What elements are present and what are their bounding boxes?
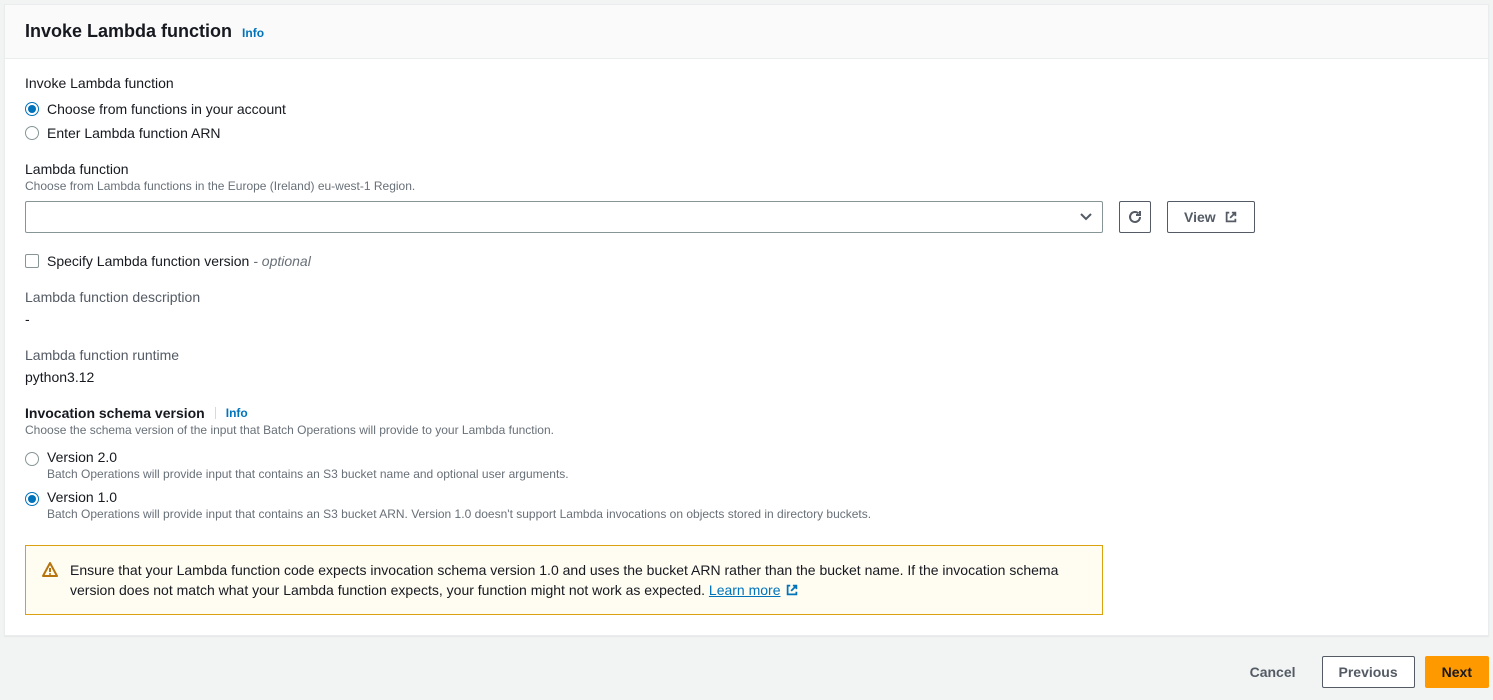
warning-text-wrapper: Ensure that your Lambda function code ex… xyxy=(70,560,1086,600)
cancel-button[interactable]: Cancel xyxy=(1234,656,1312,688)
radio-version-2-label: Version 2.0 xyxy=(47,449,569,465)
external-link-icon xyxy=(1224,210,1238,224)
warning-alert: Ensure that your Lambda function code ex… xyxy=(25,545,1103,615)
warning-icon xyxy=(42,562,58,600)
description-value: - xyxy=(25,311,1468,327)
specify-version-checkbox-row[interactable]: Specify Lambda function version - option… xyxy=(25,253,1468,269)
radio-choose-account-label: Choose from functions in your account xyxy=(47,101,286,117)
schema-info-link[interactable]: Info xyxy=(226,406,248,420)
external-link-icon xyxy=(785,583,799,597)
radio-version-2[interactable]: Version 2.0 Batch Operations will provid… xyxy=(25,445,1468,485)
panel-body: Invoke Lambda function Choose from funct… xyxy=(5,59,1488,635)
radio-version-2-desc: Batch Operations will provide input that… xyxy=(47,467,569,481)
view-button[interactable]: View xyxy=(1167,201,1255,233)
radio-choose-account[interactable]: Choose from functions in your account xyxy=(25,97,1468,121)
warning-text: Ensure that your Lambda function code ex… xyxy=(70,562,1058,598)
schema-block: Invocation schema version Info Choose th… xyxy=(25,405,1468,525)
lambda-function-field: Lambda function Choose from Lambda funct… xyxy=(25,161,1468,233)
radio-enter-arn[interactable]: Enter Lambda function ARN xyxy=(25,121,1468,145)
refresh-icon xyxy=(1127,209,1143,225)
schema-label: Invocation schema version xyxy=(25,405,205,421)
lambda-function-label: Lambda function xyxy=(25,161,1468,177)
runtime-value: python3.12 xyxy=(25,369,1468,385)
radio-enter-arn-label: Enter Lambda function ARN xyxy=(47,125,221,141)
lambda-function-hint: Choose from Lambda functions in the Euro… xyxy=(25,179,1468,193)
specify-version-label: Specify Lambda function version - option… xyxy=(47,253,311,269)
panel-header-info-link[interactable]: Info xyxy=(242,26,264,40)
wizard-footer: Cancel Previous Next xyxy=(0,640,1493,700)
runtime-block: Lambda function runtime python3.12 xyxy=(25,347,1468,385)
description-block: Lambda function description - xyxy=(25,289,1468,327)
previous-button[interactable]: Previous xyxy=(1322,656,1415,688)
refresh-button[interactable] xyxy=(1119,201,1151,233)
info-separator xyxy=(215,407,216,419)
learn-more-link[interactable]: Learn more xyxy=(709,580,799,600)
radio-version-1-desc: Batch Operations will provide input that… xyxy=(47,507,871,521)
next-button[interactable]: Next xyxy=(1425,656,1489,688)
radio-version-2-input[interactable] xyxy=(25,452,39,466)
schema-label-row: Invocation schema version Info xyxy=(25,405,1468,421)
schema-radio-group: Version 2.0 Batch Operations will provid… xyxy=(25,445,1468,525)
runtime-label: Lambda function runtime xyxy=(25,347,1468,363)
specify-version-checkbox[interactable] xyxy=(25,254,39,268)
caret-down-icon xyxy=(1080,213,1092,221)
panel-header: Invoke Lambda function Info xyxy=(5,5,1488,59)
schema-hint: Choose the schema version of the input t… xyxy=(25,423,1468,437)
panel-title: Invoke Lambda function xyxy=(25,21,232,42)
learn-more-label: Learn more xyxy=(709,580,781,600)
radio-enter-arn-input[interactable] xyxy=(25,126,39,140)
source-section-label: Invoke Lambda function xyxy=(25,75,1468,91)
lambda-function-row: View xyxy=(25,201,1468,233)
radio-choose-account-input[interactable] xyxy=(25,102,39,116)
specify-version-text: Specify Lambda function version xyxy=(47,253,249,269)
source-radio-group: Choose from functions in your account En… xyxy=(25,97,1468,145)
lambda-function-select[interactable] xyxy=(25,201,1103,233)
radio-version-1[interactable]: Version 1.0 Batch Operations will provid… xyxy=(25,485,1468,525)
view-button-label: View xyxy=(1184,209,1216,225)
description-label: Lambda function description xyxy=(25,289,1468,305)
radio-version-1-label: Version 1.0 xyxy=(47,489,871,505)
invoke-lambda-panel: Invoke Lambda function Info Invoke Lambd… xyxy=(4,4,1489,636)
specify-version-optional: - optional xyxy=(253,253,311,269)
radio-version-1-input[interactable] xyxy=(25,492,39,506)
